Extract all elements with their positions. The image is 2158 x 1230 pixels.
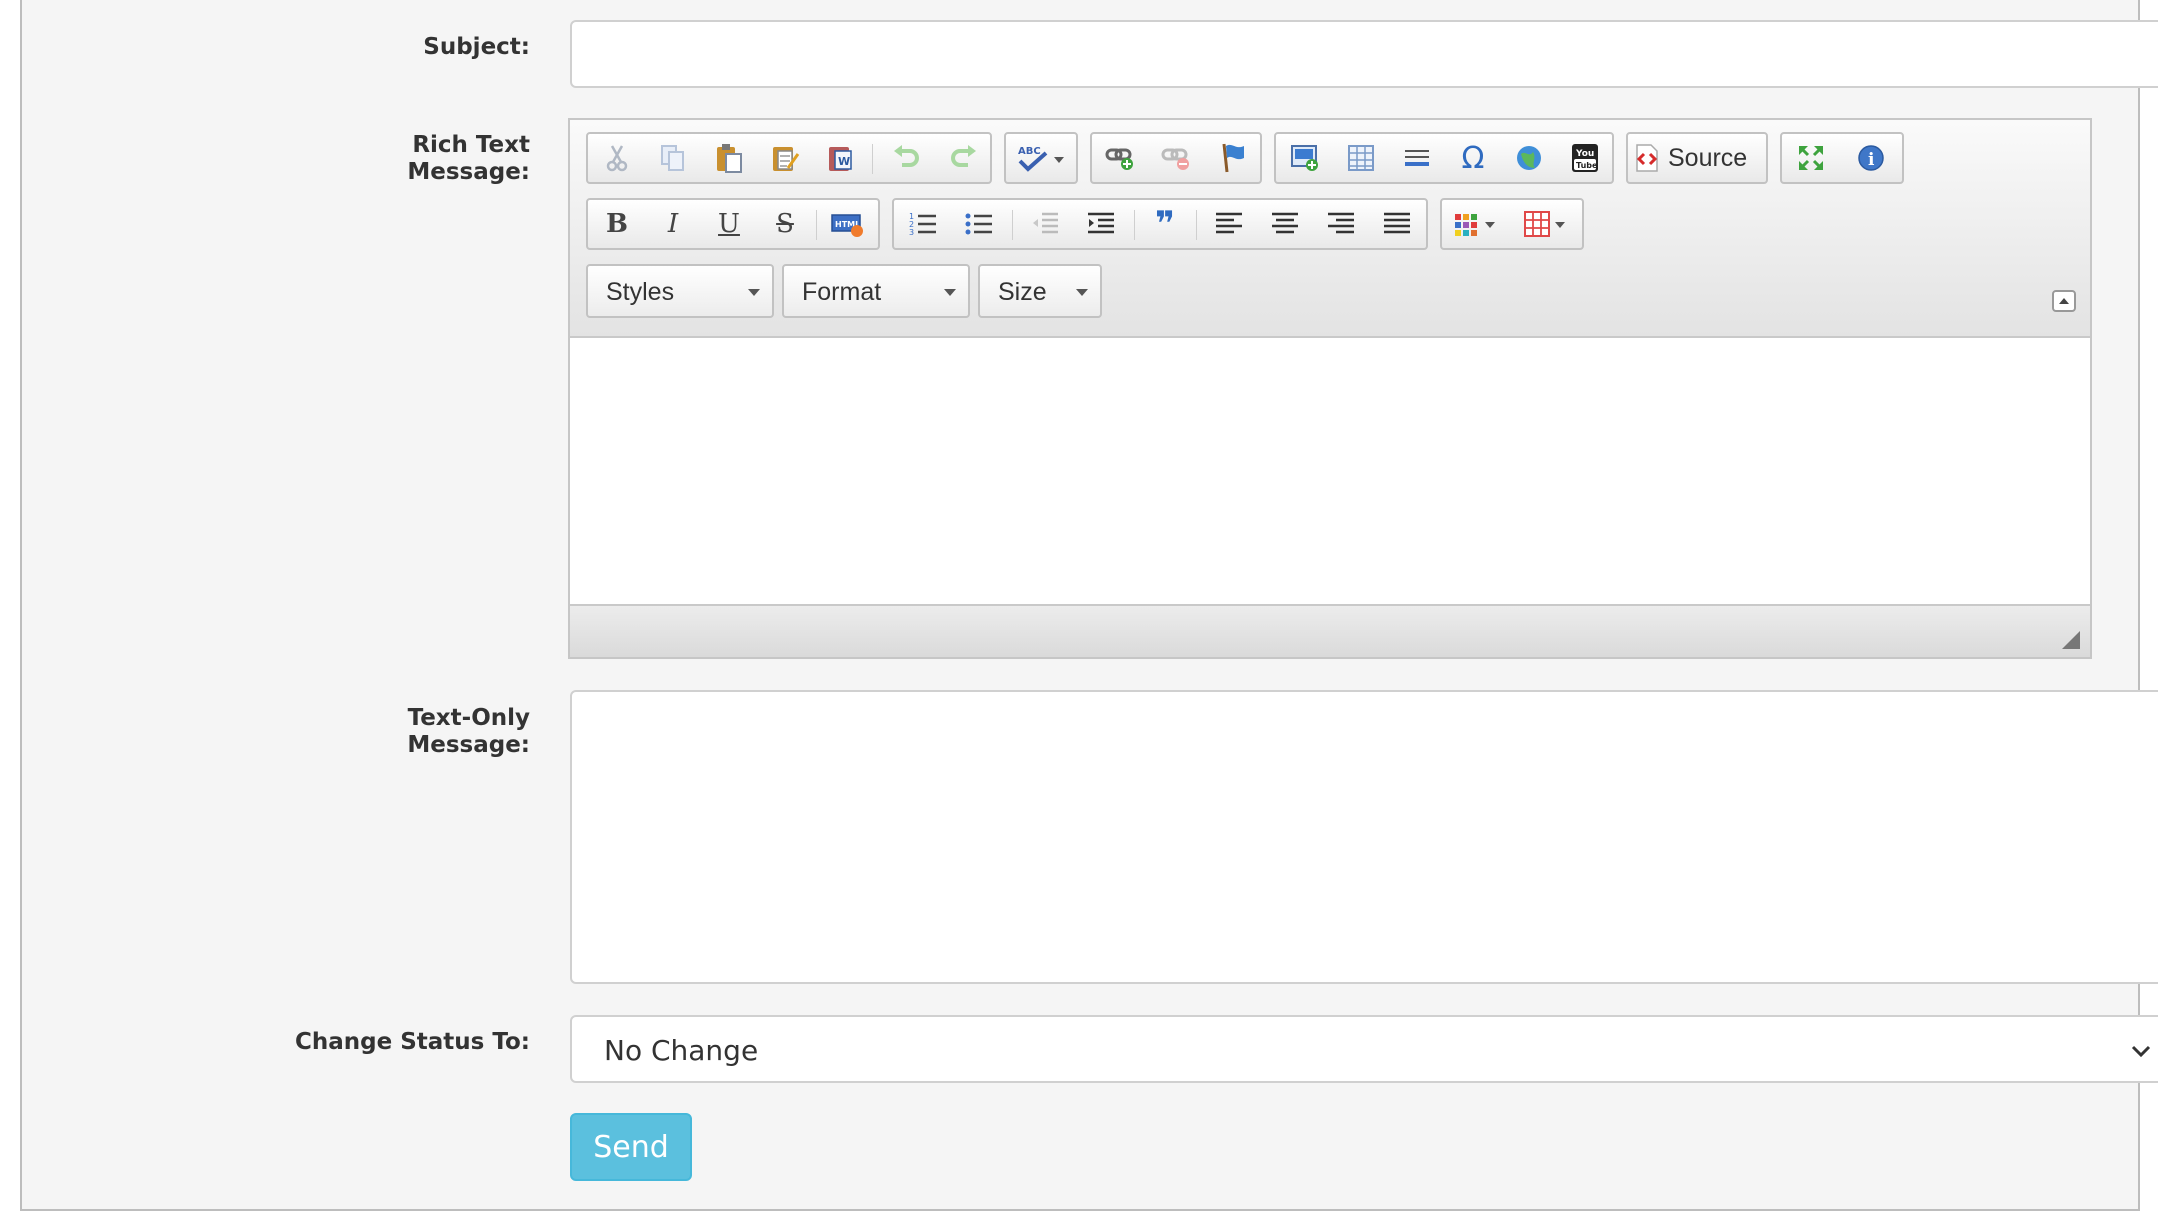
svg-text:You: You <box>1575 149 1594 159</box>
align-left-icon[interactable] <box>1206 204 1252 244</box>
dropdown-arrow-icon <box>944 289 956 296</box>
table-grid-icon[interactable] <box>1518 204 1578 244</box>
size-dropdown-label: Size <box>998 278 1047 306</box>
source-button[interactable]: Source <box>1634 138 1762 178</box>
undo-icon[interactable] <box>884 138 930 178</box>
status-select[interactable]: No Change <box>570 1015 2158 1083</box>
link-icon[interactable] <box>1098 138 1144 178</box>
source-icon <box>1636 144 1658 172</box>
text-color-icon[interactable] <box>1448 204 1508 244</box>
toolbar-group-colors <box>1440 198 1584 250</box>
toolbar-separator <box>872 144 873 174</box>
text-only-textarea[interactable] <box>570 690 2158 984</box>
strikethrough-icon[interactable]: S <box>762 204 808 244</box>
format-dropdown-label: Format <box>802 278 882 306</box>
italic-icon[interactable]: I <box>650 204 696 244</box>
underline-icon[interactable]: U <box>706 204 752 244</box>
image-icon[interactable] <box>1282 138 1328 178</box>
table-icon[interactable] <box>1338 138 1384 178</box>
blockquote-icon[interactable]: ❞ <box>1142 204 1188 244</box>
iframe-icon[interactable] <box>1506 138 1552 178</box>
toolbar-group-tools: i <box>1780 132 1904 184</box>
numbered-list-icon[interactable]: 123 <box>900 204 946 244</box>
resize-handle-icon[interactable] <box>2060 629 2082 651</box>
toolbar-group-links <box>1090 132 1262 184</box>
caret-up-icon <box>2059 298 2069 304</box>
svg-text:3: 3 <box>909 228 914 237</box>
svg-text:i: i <box>1868 150 1875 170</box>
dropdown-arrow-icon <box>748 289 760 296</box>
toolbar-group-basicstyles: B I U S HTML <box>586 198 880 250</box>
justify-icon[interactable] <box>1374 204 1420 244</box>
horizontal-rule-icon[interactable] <box>1394 138 1440 178</box>
outdent-icon[interactable] <box>1022 204 1068 244</box>
toolbar-separator <box>1196 210 1197 240</box>
copy-icon[interactable] <box>650 138 696 178</box>
cut-icon[interactable] <box>594 138 640 178</box>
paste-text-icon[interactable] <box>762 138 808 178</box>
source-label: Source <box>1668 143 1748 172</box>
paste-word-icon[interactable]: W <box>818 138 864 178</box>
toolbar-group-clipboard: W <box>586 132 992 184</box>
spellcheck-icon[interactable]: ABC <box>1012 138 1072 178</box>
subject-label: Subject: <box>423 34 530 60</box>
rich-text-editor: W ABC Ω You Tube Source i B I U S HTML 1… <box>568 118 2092 659</box>
chevron-down-icon <box>2131 1045 2151 1058</box>
svg-text:W: W <box>838 155 850 168</box>
send-button[interactable]: Send <box>570 1113 692 1181</box>
bold-icon[interactable]: B <box>594 204 640 244</box>
toolbar-separator <box>1012 210 1013 240</box>
editor-toolbar: W ABC Ω You Tube Source i B I U S HTML 1… <box>570 120 2090 338</box>
redo-icon[interactable] <box>940 138 986 178</box>
toolbar-group-spellcheck: ABC <box>1004 132 1078 184</box>
about-icon[interactable]: i <box>1848 138 1894 178</box>
paste-icon[interactable] <box>706 138 752 178</box>
styles-dropdown[interactable]: Styles <box>586 264 774 318</box>
toolbar-group-insert: Ω You Tube <box>1274 132 1614 184</box>
unlink-icon[interactable] <box>1154 138 1200 178</box>
maximize-icon[interactable] <box>1788 138 1834 178</box>
change-status-label: Change Status To: <box>295 1029 530 1055</box>
svg-text:ABC: ABC <box>1018 146 1041 157</box>
align-right-icon[interactable] <box>1318 204 1364 244</box>
special-char-icon[interactable]: Ω <box>1450 138 1496 178</box>
align-center-icon[interactable] <box>1262 204 1308 244</box>
rich-text-label: Rich Text Message: <box>407 132 530 185</box>
svg-text:Tube: Tube <box>1576 161 1598 170</box>
editor-footer <box>570 604 2090 657</box>
anchor-icon[interactable] <box>1210 138 1256 178</box>
text-only-label: Text-Only Message: <box>407 705 530 758</box>
toolbar-group-paragraph: 123 ❞ <box>892 198 1428 250</box>
bulleted-list-icon[interactable] <box>956 204 1002 244</box>
status-select-value: No Change <box>604 1034 759 1067</box>
html-snippet-icon[interactable]: HTML <box>824 204 870 244</box>
youtube-icon[interactable]: You Tube <box>1562 138 1608 178</box>
editor-content-area[interactable] <box>570 338 2090 604</box>
subject-input[interactable] <box>570 20 2158 88</box>
toolbar-separator <box>816 210 817 240</box>
indent-icon[interactable] <box>1078 204 1124 244</box>
size-dropdown[interactable]: Size <box>978 264 1102 318</box>
collapse-toolbar-button[interactable] <box>2052 290 2076 312</box>
toolbar-separator <box>1134 210 1135 240</box>
styles-dropdown-label: Styles <box>606 278 675 306</box>
dropdown-arrow-icon <box>1076 289 1088 296</box>
toolbar-group-source: Source <box>1626 132 1768 184</box>
format-dropdown[interactable]: Format <box>782 264 970 318</box>
